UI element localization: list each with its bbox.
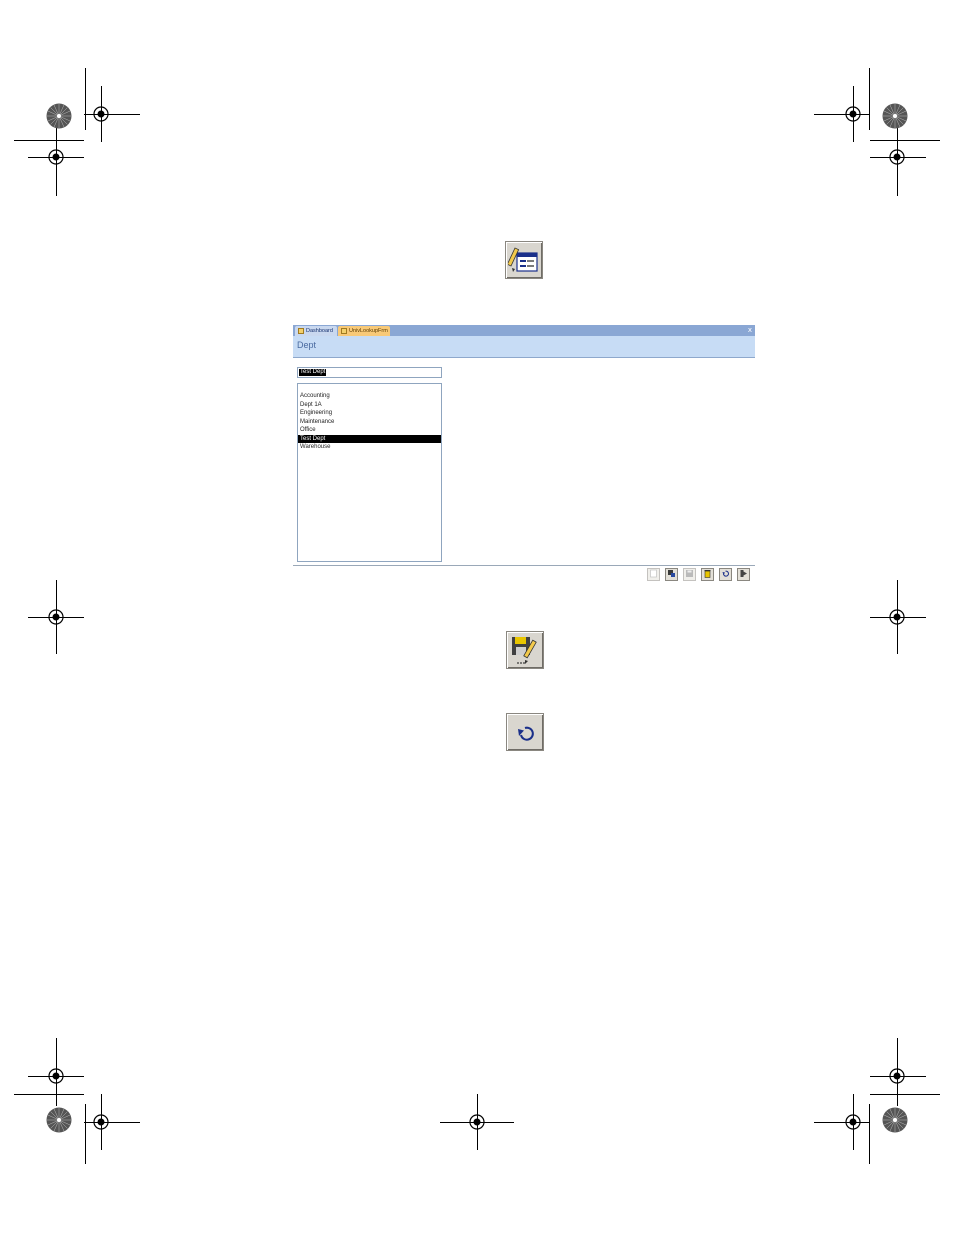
registration-target-icon xyxy=(93,106,109,122)
starburst-mark-icon xyxy=(46,103,72,129)
list-item[interactable]: Warehouse xyxy=(298,443,441,452)
close-icon[interactable]: x xyxy=(748,325,752,336)
document-tab-bar: Dashboard UnivLookupFrm x xyxy=(293,325,755,336)
list-item-selected[interactable]: Test Dept xyxy=(298,434,441,443)
registration-target-icon xyxy=(845,1114,861,1130)
undo-icon xyxy=(722,570,729,577)
edit-record-button[interactable] xyxy=(665,568,678,581)
new-record-button[interactable] xyxy=(647,568,660,581)
registration-target-icon xyxy=(48,149,64,165)
form-tab-icon xyxy=(341,328,347,334)
tab-label: UnivLookupFrm xyxy=(349,328,388,334)
save-edit-button[interactable] xyxy=(506,631,544,669)
save-record-icon xyxy=(686,570,693,577)
registration-target-icon xyxy=(48,609,64,625)
footer-divider xyxy=(293,565,755,566)
tab-dashboard[interactable]: Dashboard xyxy=(295,326,337,336)
exit-button[interactable] xyxy=(737,568,750,581)
undo-button[interactable] xyxy=(719,568,732,581)
form-tab-icon xyxy=(298,328,304,334)
edit-record-icon xyxy=(668,570,675,577)
save-record-button[interactable] xyxy=(683,568,696,581)
list-item[interactable]: Office xyxy=(298,426,441,435)
registration-target-icon xyxy=(889,149,905,165)
starburst-mark-icon xyxy=(882,103,908,129)
lookup-form-window: Dashboard UnivLookupFrm x Dept Test Dept… xyxy=(293,325,755,583)
delete-record-icon xyxy=(704,570,711,578)
undo-large-button[interactable] xyxy=(506,713,544,751)
undo-icon xyxy=(518,726,534,741)
list-item[interactable]: Dept 1A xyxy=(298,401,441,410)
list-item[interactable]: Engineering xyxy=(298,409,441,418)
save-edit-icon xyxy=(512,637,537,664)
registration-target-icon xyxy=(889,609,905,625)
edit-form-button[interactable] xyxy=(505,241,543,279)
registration-target-icon xyxy=(93,1114,109,1130)
new-record-icon xyxy=(650,569,657,578)
delete-record-button[interactable] xyxy=(701,568,714,581)
registration-target-icon xyxy=(48,1068,64,1084)
dept-input-value: Test Dept xyxy=(299,369,327,376)
starburst-mark-icon xyxy=(46,1107,72,1133)
edit-form-icon xyxy=(508,247,538,272)
form-title: Dept xyxy=(297,340,317,350)
form-header: Dept xyxy=(293,336,755,358)
list-item[interactable]: Accounting xyxy=(298,392,441,401)
tab-label: Dashboard xyxy=(306,328,333,334)
dept-listbox[interactable]: Accounting Dept 1A Engineering Maintenan… xyxy=(297,383,442,562)
registration-target-icon xyxy=(469,1114,485,1130)
registration-target-icon xyxy=(845,106,861,122)
exit-icon xyxy=(740,570,747,577)
dept-input[interactable]: Test Dept xyxy=(297,367,442,378)
registration-target-icon xyxy=(889,1068,905,1084)
starburst-mark-icon xyxy=(882,1107,908,1133)
tab-univlookupfrm[interactable]: UnivLookupFrm xyxy=(338,326,390,336)
list-item[interactable]: Maintenance xyxy=(298,418,441,427)
